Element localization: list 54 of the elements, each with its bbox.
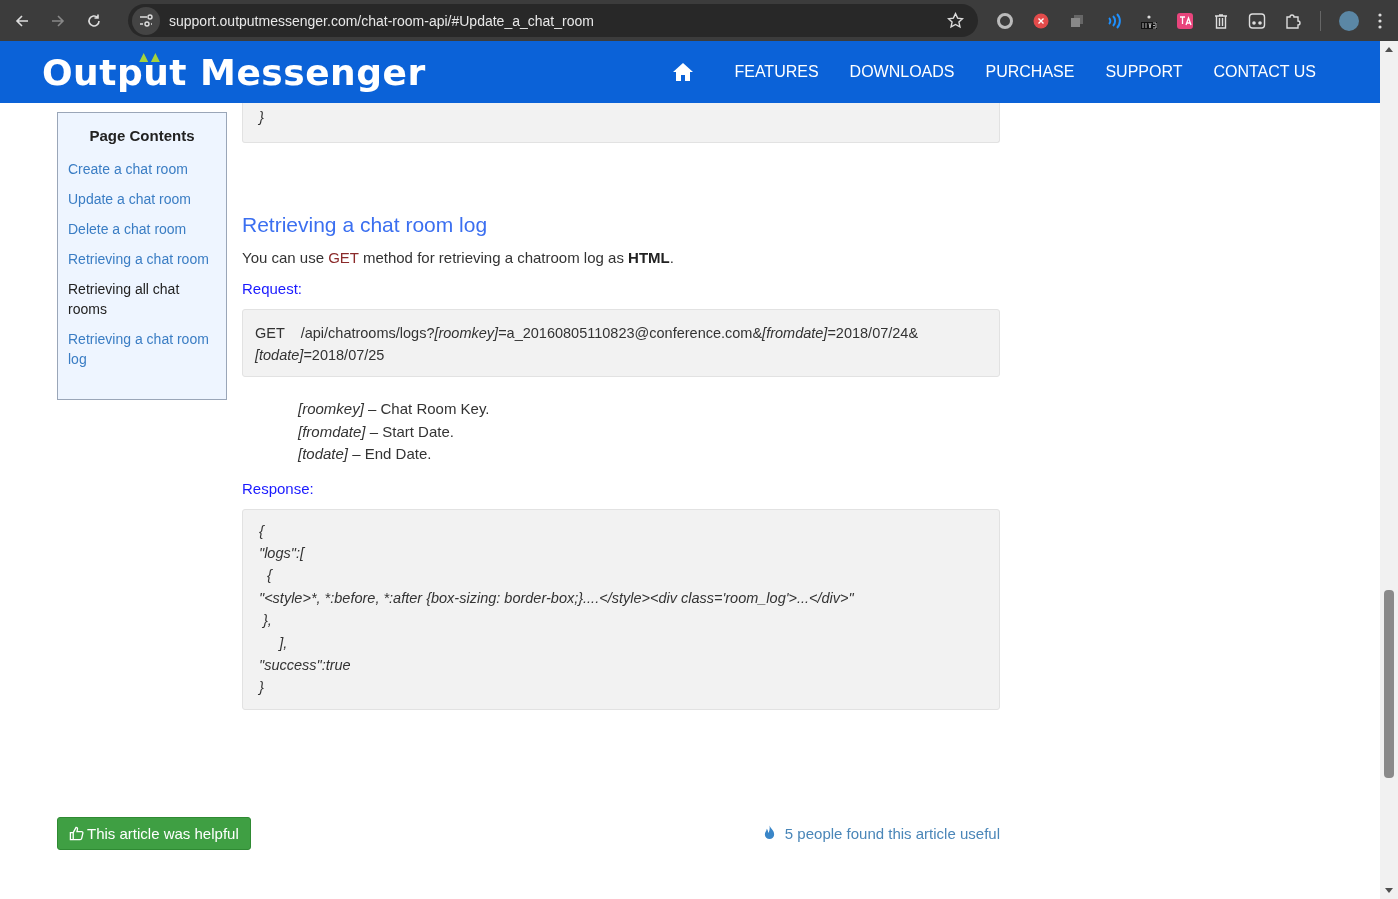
reload-icon[interactable] — [86, 12, 102, 29]
scrollbar-thumb[interactable] — [1384, 590, 1394, 778]
address-bar[interactable]: support.outputmessenger.com/chat-room-api/#Update_a_chat_room — [128, 4, 978, 37]
useful-count-text: 5 people found this article useful — [784, 824, 1000, 842]
code-line: } — [259, 678, 265, 698]
scroll-down-icon[interactable] — [1385, 888, 1393, 893]
nav-link[interactable]: DOWNLOADS — [849, 63, 955, 81]
contents-link[interactable]: Create a chat room — [68, 159, 216, 179]
nav-link[interactable]: PURCHASE — [985, 63, 1075, 81]
parameter-description: [todate] – End Date. — [298, 444, 433, 464]
bookmark-star-icon[interactable] — [947, 12, 964, 29]
response-label: Response: — [242, 479, 315, 497]
site-logo[interactable]: Output Messenger — [42, 51, 426, 93]
contents-link[interactable]: Update a chat room — [68, 189, 216, 209]
url-text: support.outputmessenger.com/chat-room-api/#Update_a_chat_room — [169, 12, 595, 29]
code-line: ], — [277, 633, 289, 653]
helpful-button[interactable]: This article was helpful — [57, 816, 251, 850]
section-heading: Retrieving a chat room log — [242, 213, 489, 237]
site-info-icon[interactable] — [132, 6, 160, 35]
nav-link[interactable]: SUPPORT — [1105, 63, 1183, 81]
scroll-up-icon[interactable] — [1385, 47, 1393, 52]
nav-link[interactable]: CONTACT US — [1213, 63, 1316, 81]
close-circle-icon[interactable] — [1032, 11, 1050, 30]
translate-icon[interactable] — [1176, 11, 1194, 30]
code-line: "logs":[ — [259, 543, 306, 563]
trash-icon[interactable] — [1212, 11, 1230, 30]
code-line: { — [259, 521, 266, 541]
ring-icon[interactable] — [996, 11, 1014, 30]
contents-link[interactable]: Retrieving all chat rooms — [68, 279, 216, 319]
request-label: Request: — [242, 280, 304, 297]
forward-icon[interactable] — [50, 12, 66, 29]
flame-icon — [762, 825, 776, 842]
code-line: }, — [261, 611, 273, 631]
back-icon[interactable] — [14, 12, 30, 29]
profile-avatar[interactable] — [1339, 10, 1359, 31]
parameter-description: [roomkey] – Chat Room Key. — [298, 399, 491, 419]
thumbs-up-icon — [69, 825, 84, 841]
contents-link[interactable]: Retrieving a chat room — [68, 249, 216, 269]
parameter-description: [fromdate] – Start Date. — [298, 421, 455, 442]
contents-link[interactable]: Delete a chat room — [68, 219, 216, 239]
intro-text: You can use GET method for retrieving a chatroom log as HTML. — [242, 249, 675, 266]
glasses-icon[interactable] — [1248, 11, 1266, 30]
nav-link[interactable]: FEATURES — [734, 63, 819, 81]
code-line: { — [266, 566, 274, 586]
menu-icon[interactable] — [1377, 11, 1383, 30]
home-icon[interactable] — [673, 62, 694, 82]
scrollbar[interactable] — [1380, 41, 1398, 899]
puzzle-icon[interactable] — [1284, 11, 1302, 30]
code-line: } — [259, 108, 265, 127]
contents-link[interactable]: Retrieving a chat room log — [68, 329, 216, 369]
code-line: "success":true — [259, 655, 352, 675]
code-line: "<style>*, *:before, *:after {box-sizing: border-box;}....</style><div class='room_log'>...</div>" — [259, 588, 855, 608]
request-url-text: GET /api/chatrooms/logs?[roomkey]=a_20160805110823@conference.com&[fromdate]=2018/07/24& [todate]=2018/07/25 — [255, 325, 920, 363]
panel-title: Page Contents — [88, 127, 196, 144]
